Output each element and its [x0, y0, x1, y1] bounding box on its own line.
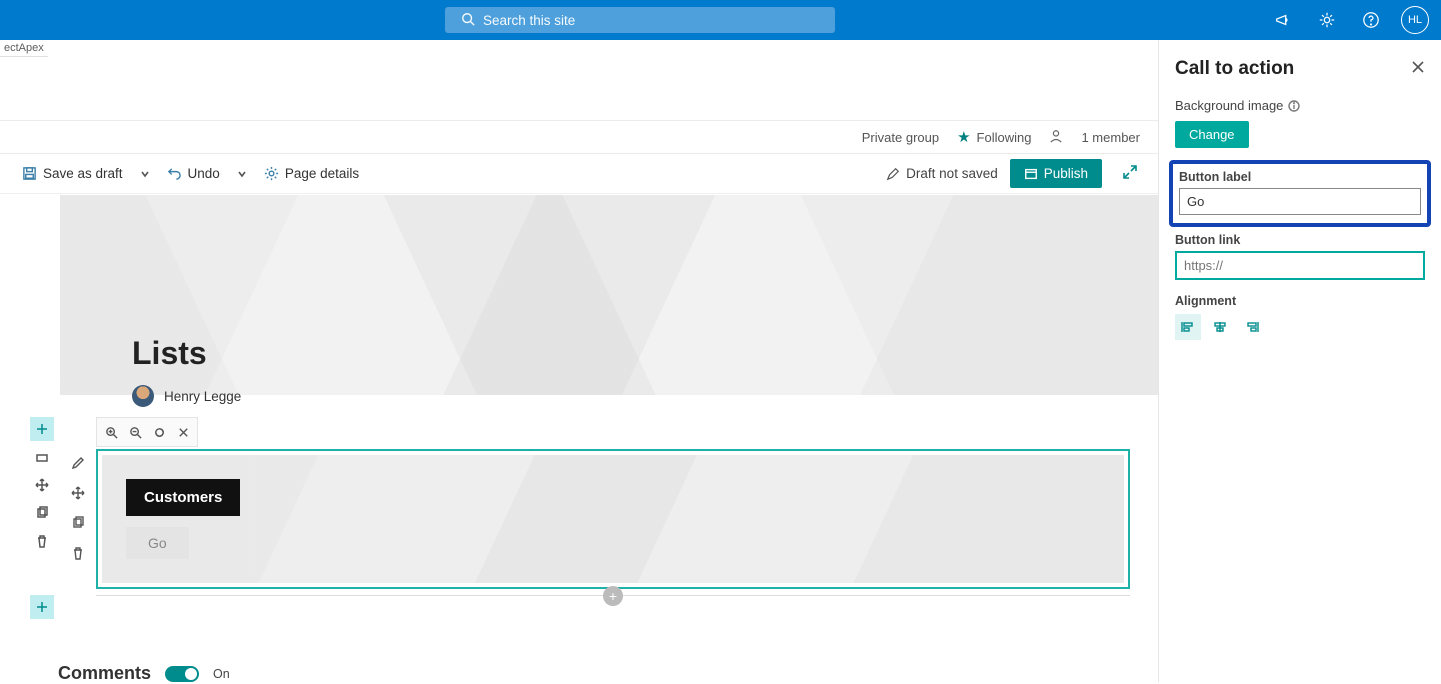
pane-title: Call to action: [1175, 58, 1294, 80]
add-section-below-button[interactable]: [30, 595, 54, 619]
comments-toggle[interactable]: [165, 666, 199, 682]
publish-icon: [1024, 167, 1038, 181]
bg-image-label: Background image: [1175, 98, 1425, 113]
duplicate-webpart-icon[interactable]: [66, 511, 90, 535]
comments-toggle-state: On: [213, 667, 230, 681]
zoom-out-icon[interactable]: [124, 421, 146, 443]
save-draft-button[interactable]: Save as draft: [14, 160, 131, 187]
suite-right: HL: [1263, 0, 1435, 40]
search-box[interactable]: Search this site: [445, 7, 835, 33]
page-title[interactable]: Lists: [132, 335, 207, 372]
undo-button[interactable]: Undo: [159, 160, 228, 187]
page-author[interactable]: Henry Legge: [132, 385, 241, 407]
cta-webpart[interactable]: Customers Go: [96, 449, 1130, 589]
search-icon: [461, 12, 475, 29]
following-label[interactable]: Following: [977, 130, 1032, 145]
gear-icon: [264, 166, 279, 181]
gear-icon[interactable]: [1307, 0, 1347, 40]
align-center-button[interactable]: [1207, 314, 1233, 340]
change-image-button[interactable]: Change: [1175, 121, 1249, 148]
edit-section-icon[interactable]: [30, 445, 54, 469]
delete-webpart-icon[interactable]: [66, 541, 90, 565]
page-details-button[interactable]: Page details: [256, 160, 367, 187]
delete-section-icon[interactable]: [30, 529, 54, 553]
webpart-rail: [66, 451, 90, 565]
comments-section: Comments On: [58, 663, 230, 684]
star-icon[interactable]: ★: [957, 128, 970, 146]
button-link-head: Button link: [1175, 233, 1425, 247]
reset-icon[interactable]: [148, 421, 170, 443]
hero-banner[interactable]: Lists Henry Legge: [60, 195, 1158, 395]
add-webpart-button[interactable]: +: [603, 586, 623, 606]
add-section-button[interactable]: [30, 417, 54, 441]
site-meta-row: Private group ★ Following 1 member: [0, 120, 1158, 154]
webpart-floating-toolbar: [96, 417, 198, 447]
help-icon[interactable]: [1351, 0, 1391, 40]
section-rail-bottom: [30, 595, 56, 623]
avatar-initials: HL: [1408, 14, 1422, 26]
expand-icon[interactable]: [1116, 158, 1144, 189]
publish-button[interactable]: Publish: [1010, 159, 1102, 188]
move-section-icon[interactable]: [30, 473, 54, 497]
author-avatar: [132, 385, 154, 407]
edit-webpart-icon[interactable]: [66, 451, 90, 475]
cta-background: Customers Go: [102, 455, 1124, 583]
button-link-input[interactable]: [1175, 251, 1425, 280]
alignment-row: [1175, 314, 1425, 340]
group-type: Private group: [862, 130, 939, 145]
cta-title[interactable]: Customers: [126, 479, 240, 516]
undo-chevron[interactable]: [232, 169, 252, 179]
person-icon: [1049, 129, 1063, 146]
search-placeholder: Search this site: [483, 13, 575, 28]
undo-icon: [167, 166, 182, 181]
canvas: Lists Henry Legge Customers Go + Comment…: [30, 195, 1158, 682]
alignment-head: Alignment: [1175, 294, 1425, 308]
breadcrumb[interactable]: ectApex: [0, 40, 48, 57]
cta-button[interactable]: Go: [126, 527, 189, 559]
add-divider: +: [96, 595, 1130, 596]
button-label-input[interactable]: [1179, 188, 1421, 215]
property-pane: Call to action Background image Change B…: [1158, 40, 1441, 682]
move-webpart-icon[interactable]: [66, 481, 90, 505]
user-avatar[interactable]: HL: [1395, 0, 1435, 40]
pencil-icon: [886, 167, 900, 181]
command-bar: Save as draft Undo Page details Draft no…: [0, 154, 1158, 194]
close-icon[interactable]: [172, 421, 194, 443]
zoom-in-icon[interactable]: [100, 421, 122, 443]
section-rail: [30, 417, 56, 557]
author-name: Henry Legge: [164, 389, 241, 404]
align-left-button[interactable]: [1175, 314, 1201, 340]
duplicate-section-icon[interactable]: [30, 501, 54, 525]
suite-bar: Search this site HL: [0, 0, 1441, 40]
save-draft-chevron[interactable]: [135, 169, 155, 179]
align-right-button[interactable]: [1239, 314, 1265, 340]
info-icon[interactable]: [1288, 100, 1300, 112]
button-label-head: Button label: [1179, 170, 1421, 184]
save-icon: [22, 166, 37, 181]
button-label-highlight: Button label: [1169, 160, 1431, 227]
member-count[interactable]: 1 member: [1081, 130, 1140, 145]
megaphone-icon[interactable]: [1263, 0, 1303, 40]
draft-status: Draft not saved: [886, 166, 998, 181]
pane-close-icon[interactable]: [1411, 60, 1425, 79]
comments-label: Comments: [58, 663, 151, 684]
